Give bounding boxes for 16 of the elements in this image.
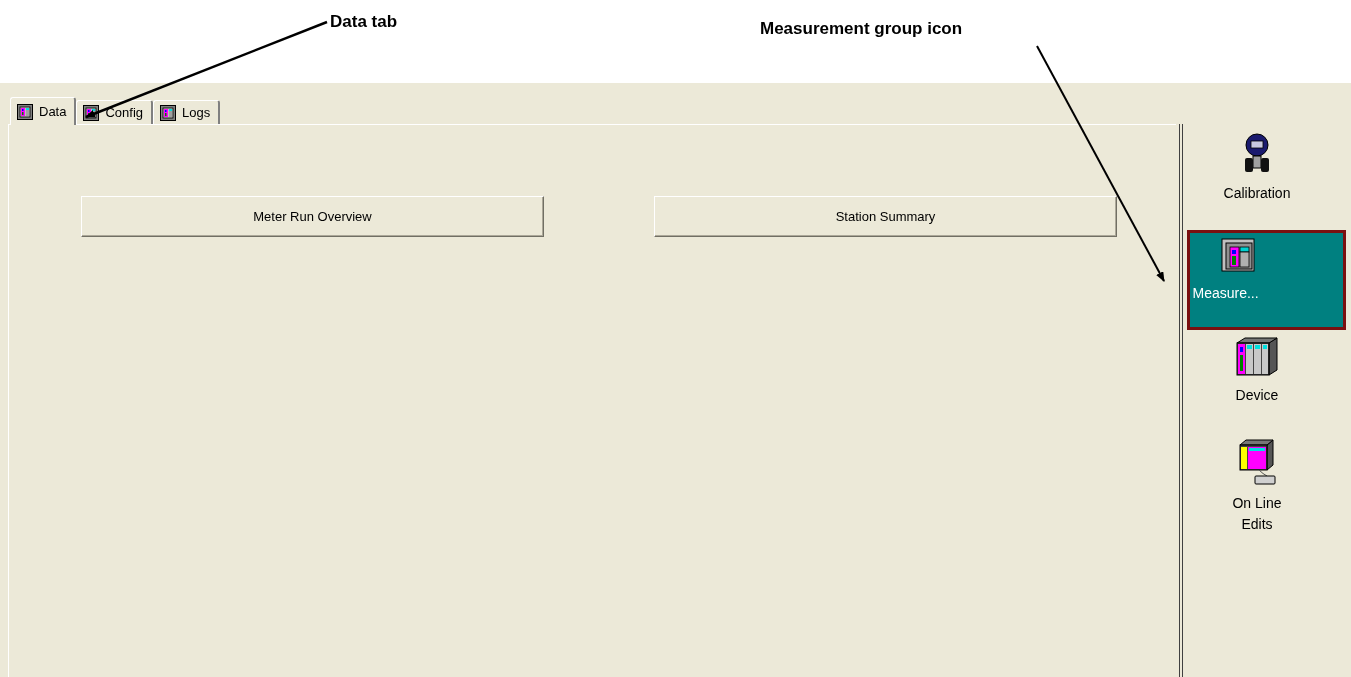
sidebar-item[interactable]: Measure...: [1187, 230, 1347, 330]
view-button[interactable]: Meter Run Overview: [81, 196, 544, 237]
tab[interactable]: Data: [10, 97, 77, 125]
transmitter-icon: [1242, 133, 1272, 175]
annotation-label: Data tab: [330, 12, 398, 32]
module-icon: [17, 103, 33, 120]
rack-icon: [1235, 337, 1279, 377]
tab[interactable]: Logs: [153, 100, 221, 124]
sidebar-item[interactable]: Calibration: [1187, 128, 1347, 228]
module-icon: [160, 104, 177, 121]
sidebar-item[interactable]: Device: [1187, 332, 1347, 432]
view-button[interactable]: Station Summary: [654, 196, 1117, 237]
rack-keyboard-icon: [1237, 439, 1277, 485]
tab[interactable]: Config: [76, 100, 154, 124]
annotation-label: Measurement group icon: [760, 19, 963, 39]
sidebar-item[interactable]: On Line Edits: [1187, 434, 1347, 534]
